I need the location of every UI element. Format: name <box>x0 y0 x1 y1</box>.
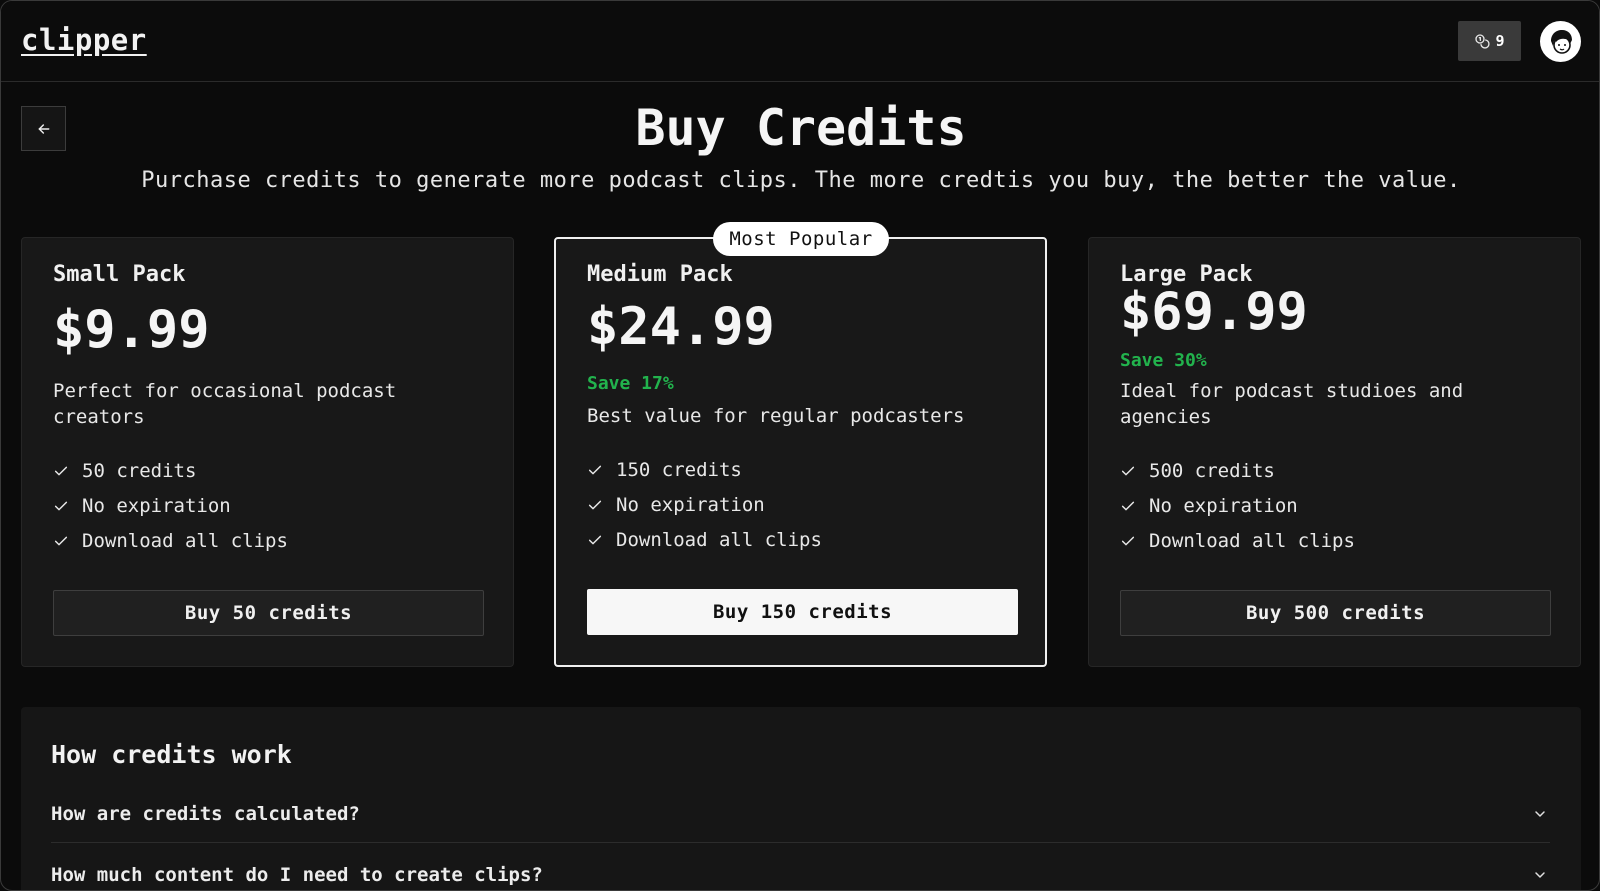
credits-count: 9 <box>1495 32 1505 50</box>
faq-question: How are credits calculated? <box>51 803 360 825</box>
check-icon <box>54 501 68 510</box>
buy-500-credits-button[interactable]: Buy 500 credits <box>1120 590 1551 636</box>
feature-item: Download all clips <box>53 523 288 558</box>
save-badge: Save 17% <box>587 373 674 394</box>
plan-name: Small Pack <box>53 262 186 287</box>
feature-text: Download all clips <box>1149 529 1355 552</box>
most-popular-badge: Most Popular <box>713 222 889 256</box>
feature-text: Download all clips <box>616 528 822 551</box>
feature-item: No expiration <box>1120 488 1355 523</box>
buy-150-credits-button[interactable]: Buy 150 credits <box>587 589 1018 635</box>
plan-description: Perfect for occasional podcast creators <box>53 380 397 428</box>
check-icon <box>588 500 602 509</box>
top-navbar: clipper 9 <box>1 1 1599 82</box>
check-icon <box>588 465 602 474</box>
faq-question: How much content do I need to create cli… <box>51 864 543 886</box>
feature-text: No expiration <box>1149 494 1298 517</box>
feature-item: No expiration <box>587 487 822 522</box>
feature-list: 50 credits No expiration Download all cl… <box>53 453 288 558</box>
plan-price: $24.99 <box>587 297 775 357</box>
feature-item: 50 credits <box>53 453 288 488</box>
feature-text: Download all clips <box>82 529 288 552</box>
app-window: clipper 9 Buy Credits Purchase credits t… <box>0 0 1600 891</box>
faq-item-credits-calculated[interactable]: How are credits calculated? <box>51 786 1550 843</box>
check-icon <box>1121 536 1135 545</box>
feature-text: 150 credits <box>616 458 742 481</box>
plan-price: $9.99 <box>53 300 210 360</box>
page-subtitle: Purchase credits to generate more podcas… <box>141 168 1461 193</box>
feature-list: 500 credits No expiration Download all c… <box>1120 453 1355 558</box>
check-icon <box>1121 466 1135 475</box>
chevron-down-icon <box>1535 811 1545 817</box>
feature-item: Download all clips <box>1120 523 1355 558</box>
plan-price: $69.99 <box>1120 282 1308 342</box>
feature-item: 500 credits <box>1120 453 1355 488</box>
credits-balance-button[interactable]: 9 <box>1458 21 1521 61</box>
feature-item: 150 credits <box>587 452 822 487</box>
faq-item-content-needed[interactable]: How much content do I need to create cli… <box>51 847 1550 890</box>
user-avatar[interactable] <box>1540 21 1581 62</box>
faq-section: How credits work How are credits calcula… <box>21 707 1581 890</box>
avatar-illustration <box>1550 29 1572 54</box>
plan-name: Medium Pack <box>587 262 733 287</box>
feature-text: 50 credits <box>82 459 197 482</box>
check-icon <box>1121 501 1135 510</box>
feature-text: 500 credits <box>1149 459 1275 482</box>
page-title: Buy Credits <box>635 99 967 157</box>
pricing-card-large: Large Pack $69.99 Save 30% Ideal for pod… <box>1088 237 1581 667</box>
coins-icon <box>1475 34 1491 49</box>
pricing-card-small: Small Pack $9.99 Perfect for occasional … <box>21 237 514 667</box>
feature-item: Download all clips <box>587 522 822 557</box>
check-icon <box>588 535 602 544</box>
check-icon <box>54 536 68 545</box>
buy-50-credits-button[interactable]: Buy 50 credits <box>53 590 484 636</box>
feature-text: No expiration <box>616 493 765 516</box>
chevron-down-icon <box>1535 872 1545 878</box>
plan-description: Ideal for podcast studioes and agencies <box>1120 380 1464 428</box>
faq-title: How credits work <box>51 740 292 769</box>
pricing-card-medium: Most Popular Medium Pack $24.99 Save 17%… <box>554 222 1047 667</box>
save-badge: Save 30% <box>1120 350 1207 371</box>
feature-list: 150 credits No expiration Download all c… <box>587 452 822 557</box>
logo-link[interactable]: clipper <box>21 23 147 57</box>
check-icon <box>54 466 68 475</box>
plan-description: Best value for regular podcasters <box>587 405 965 427</box>
feature-item: No expiration <box>53 488 288 523</box>
feature-text: No expiration <box>82 494 231 517</box>
